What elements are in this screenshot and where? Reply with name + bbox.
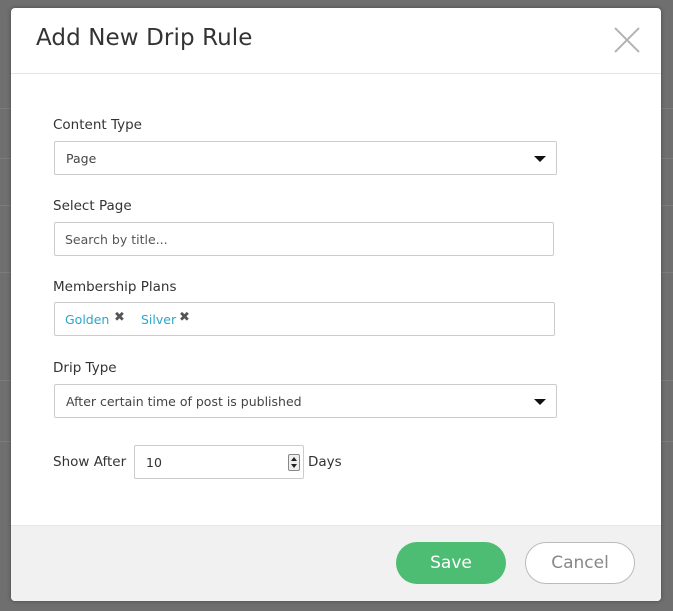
show-after-input[interactable]: 10 (134, 445, 304, 479)
content-type-label: Content Type (53, 117, 142, 133)
save-button[interactable]: Save (396, 542, 506, 584)
content-type-value: Page (66, 151, 97, 166)
plan-tag-silver: Silver (141, 312, 177, 327)
spin-down-icon (291, 464, 297, 468)
modal-footer: Save Cancel (11, 525, 661, 601)
close-icon (614, 27, 640, 53)
drip-type-label: Drip Type (53, 360, 117, 376)
membership-plans-input[interactable]: Golden ✖ Silver ✖ (54, 302, 555, 336)
plan-tag-golden: Golden (65, 312, 110, 327)
dropdown-caret-icon (534, 156, 546, 162)
modal-title: Add New Drip Rule (36, 25, 253, 51)
membership-plans-label: Membership Plans (53, 279, 177, 295)
dropdown-caret-icon (534, 399, 546, 405)
close-button[interactable] (612, 25, 642, 55)
content-type-select[interactable]: Page (54, 141, 557, 175)
drip-type-value: After certain time of post is published (66, 394, 302, 409)
add-drip-rule-modal: Add New Drip Rule Content Type Page Sele… (11, 8, 661, 601)
remove-silver-icon[interactable]: ✖ (179, 310, 190, 325)
drip-type-select[interactable]: After certain time of post is published (54, 384, 557, 418)
show-after-label: Show After (53, 454, 127, 470)
show-after-value: 10 (146, 455, 162, 470)
modal-header: Add New Drip Rule (11, 8, 661, 74)
page-search-input[interactable] (54, 222, 554, 256)
select-page-label: Select Page (53, 198, 132, 214)
days-unit-label: Days (308, 454, 342, 470)
number-spinner[interactable] (288, 454, 300, 471)
remove-golden-icon[interactable]: ✖ (114, 310, 125, 325)
spin-up-icon[interactable] (291, 457, 297, 461)
cancel-button[interactable]: Cancel (525, 542, 635, 584)
